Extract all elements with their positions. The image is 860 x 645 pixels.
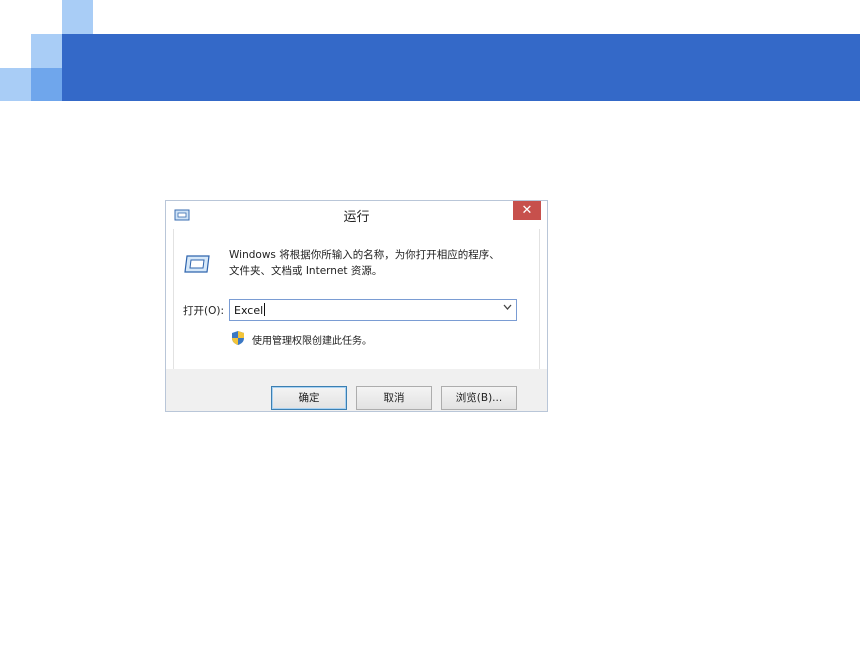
close-icon: ✕: [521, 203, 533, 218]
browse-button[interactable]: 浏览(B)...: [441, 386, 517, 410]
run-icon: [184, 255, 210, 273]
close-button[interactable]: ✕: [513, 201, 541, 220]
ok-button[interactable]: 确定: [271, 386, 347, 410]
cancel-button[interactable]: 取消: [356, 386, 432, 410]
chevron-down-icon[interactable]: [503, 302, 512, 313]
text-caret: [264, 303, 266, 316]
content-panel: Windows 将根据你所输入的名称，为你打开相应的程序、 文件夹、文档或 In…: [173, 229, 540, 369]
dialog-description: Windows 将根据你所输入的名称，为你打开相应的程序、 文件夹、文档或 In…: [229, 247, 519, 279]
decorative-square: [0, 68, 31, 101]
decorative-square: [62, 0, 93, 34]
run-dialog: 运行 ✕ Windows 将根据你所输入的名称，为你打开相应的程序、 文件夹、文…: [165, 200, 548, 412]
description-line: Windows 将根据你所输入的名称，为你打开相应的程序、: [229, 249, 500, 261]
open-combobox[interactable]: Excel: [229, 299, 517, 321]
decorative-square: [31, 68, 62, 101]
open-label: 打开(O):: [183, 305, 224, 317]
open-input[interactable]: Excel: [234, 303, 266, 317]
dialog-title: 运行: [343, 210, 370, 225]
open-input-value: Excel: [234, 304, 264, 317]
description-line: 文件夹、文档或 Internet 资源。: [229, 265, 383, 277]
dialog-footer: 确定 取消 浏览(B)...: [166, 369, 547, 411]
title-bar[interactable]: 运行 ✕: [166, 201, 547, 229]
decorative-square: [31, 34, 62, 68]
header-banner: [62, 34, 860, 101]
admin-text: 使用管理权限创建此任务。: [252, 336, 372, 347]
shield-icon: [232, 331, 244, 345]
